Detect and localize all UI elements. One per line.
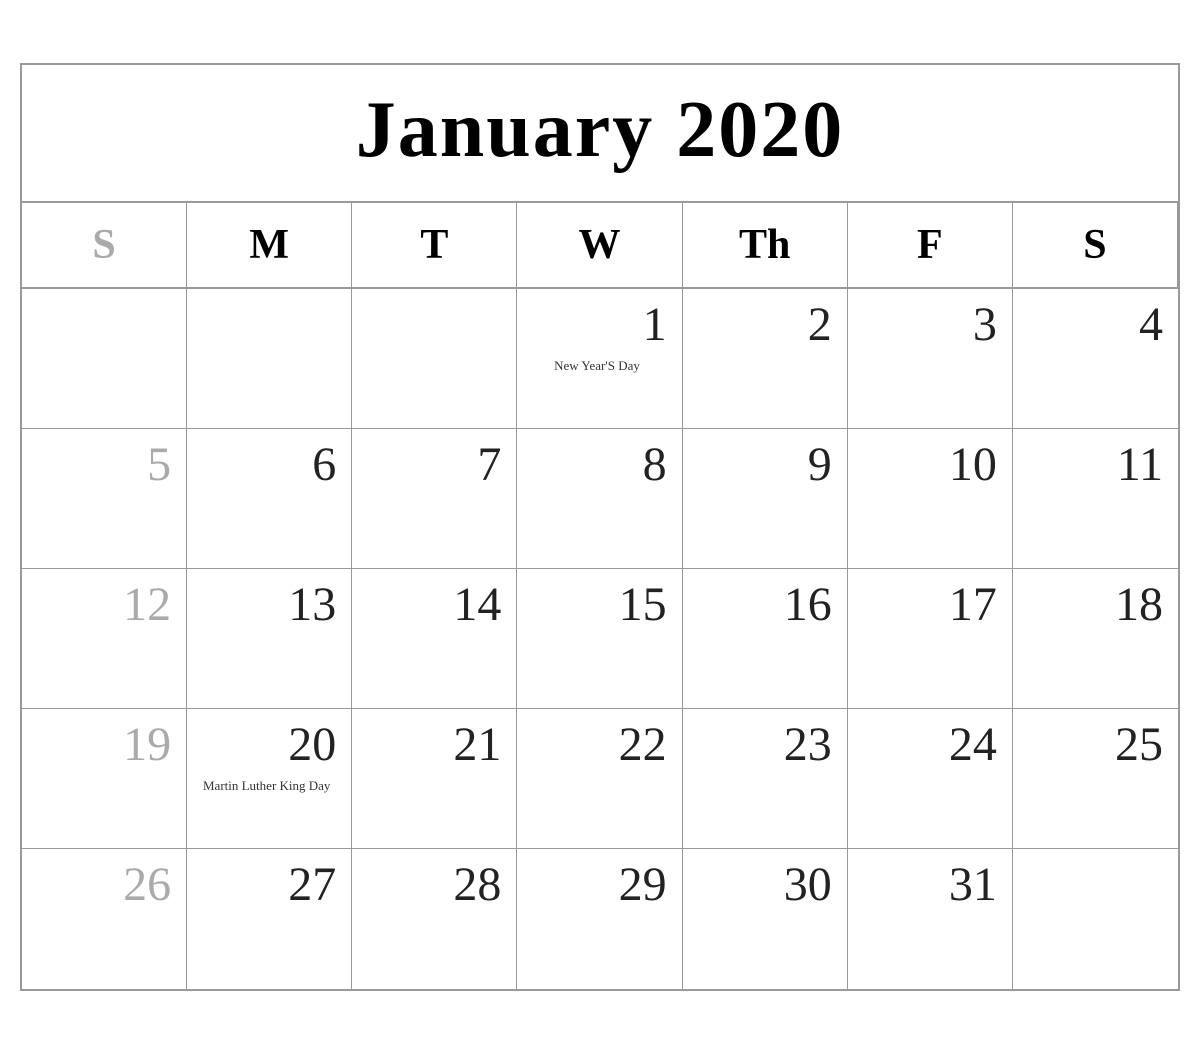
- day-header-saturday: S: [1013, 203, 1178, 289]
- cal-cell-16: 16: [683, 569, 848, 709]
- empty-cell: [352, 289, 517, 429]
- day-number: 19: [32, 719, 171, 772]
- day-number: 30: [693, 859, 832, 912]
- day-number: 15: [527, 579, 666, 632]
- cal-cell-31: 31: [848, 849, 1013, 989]
- cal-cell-12: 12: [22, 569, 187, 709]
- day-number: 1: [527, 299, 666, 352]
- holiday-label: Martin Luther King Day: [197, 777, 336, 795]
- cal-cell-18: 18: [1013, 569, 1178, 709]
- day-number: 22: [527, 719, 666, 772]
- day-header-monday: M: [187, 203, 352, 289]
- day-number: 28: [362, 859, 501, 912]
- day-number: 21: [362, 719, 501, 772]
- cal-cell-2: 2: [683, 289, 848, 429]
- day-number: 27: [197, 859, 336, 912]
- day-header-sunday: S: [22, 203, 187, 289]
- empty-cell: [1013, 849, 1178, 989]
- day-number: 9: [693, 439, 832, 492]
- cal-cell-9: 9: [683, 429, 848, 569]
- day-number: 14: [362, 579, 501, 632]
- day-number: 8: [527, 439, 666, 492]
- day-number: 13: [197, 579, 336, 632]
- day-number: 25: [1023, 719, 1163, 772]
- cal-cell-26: 26: [22, 849, 187, 989]
- cal-cell-23: 23: [683, 709, 848, 849]
- cal-cell-3: 3: [848, 289, 1013, 429]
- day-number: 23: [693, 719, 832, 772]
- day-header-friday: F: [848, 203, 1013, 289]
- day-number: 16: [693, 579, 832, 632]
- cal-cell-13: 13: [187, 569, 352, 709]
- day-header-tuesday: T: [352, 203, 517, 289]
- cal-cell-8: 8: [517, 429, 682, 569]
- day-number: 20: [197, 719, 336, 772]
- cal-cell-29: 29: [517, 849, 682, 989]
- cal-cell-25: 25: [1013, 709, 1178, 849]
- cal-cell-30: 30: [683, 849, 848, 989]
- cal-cell-17: 17: [848, 569, 1013, 709]
- calendar-grid: SMTWThFS1New Year'S Day23456789101112131…: [22, 203, 1178, 989]
- day-number: 29: [527, 859, 666, 912]
- day-number: 11: [1023, 439, 1163, 492]
- cal-cell-22: 22: [517, 709, 682, 849]
- day-number: 6: [197, 439, 336, 492]
- day-number: 12: [32, 579, 171, 632]
- empty-cell: [187, 289, 352, 429]
- cal-cell-4: 4: [1013, 289, 1178, 429]
- holiday-label: New Year'S Day: [527, 357, 666, 375]
- calendar-title: January 2020: [22, 65, 1178, 203]
- cal-cell-11: 11: [1013, 429, 1178, 569]
- day-header-thursday: Th: [683, 203, 848, 289]
- day-number: 17: [858, 579, 997, 632]
- cal-cell-10: 10: [848, 429, 1013, 569]
- day-number: 7: [362, 439, 501, 492]
- day-number: 4: [1023, 299, 1163, 352]
- cal-cell-6: 6: [187, 429, 352, 569]
- cal-cell-28: 28: [352, 849, 517, 989]
- cal-cell-20: 20 Martin Luther King Day: [187, 709, 352, 849]
- cal-cell-19: 19: [22, 709, 187, 849]
- day-number: 10: [858, 439, 997, 492]
- calendar: January 2020 SMTWThFS1New Year'S Day2345…: [20, 63, 1180, 991]
- day-header-wednesday: W: [517, 203, 682, 289]
- day-number: 31: [858, 859, 997, 912]
- cal-cell-15: 15: [517, 569, 682, 709]
- day-number: 2: [693, 299, 832, 352]
- cal-cell-24: 24: [848, 709, 1013, 849]
- cal-cell-5: 5: [22, 429, 187, 569]
- cal-cell-1: 1 New Year'S Day: [517, 289, 682, 429]
- day-number: 5: [32, 439, 171, 492]
- day-number: 24: [858, 719, 997, 772]
- cal-cell-7: 7: [352, 429, 517, 569]
- cal-cell-21: 21: [352, 709, 517, 849]
- cal-cell-14: 14: [352, 569, 517, 709]
- cal-cell-27: 27: [187, 849, 352, 989]
- day-number: 26: [32, 859, 171, 912]
- day-number: 18: [1023, 579, 1163, 632]
- day-number: 3: [858, 299, 997, 352]
- empty-cell: [22, 289, 187, 429]
